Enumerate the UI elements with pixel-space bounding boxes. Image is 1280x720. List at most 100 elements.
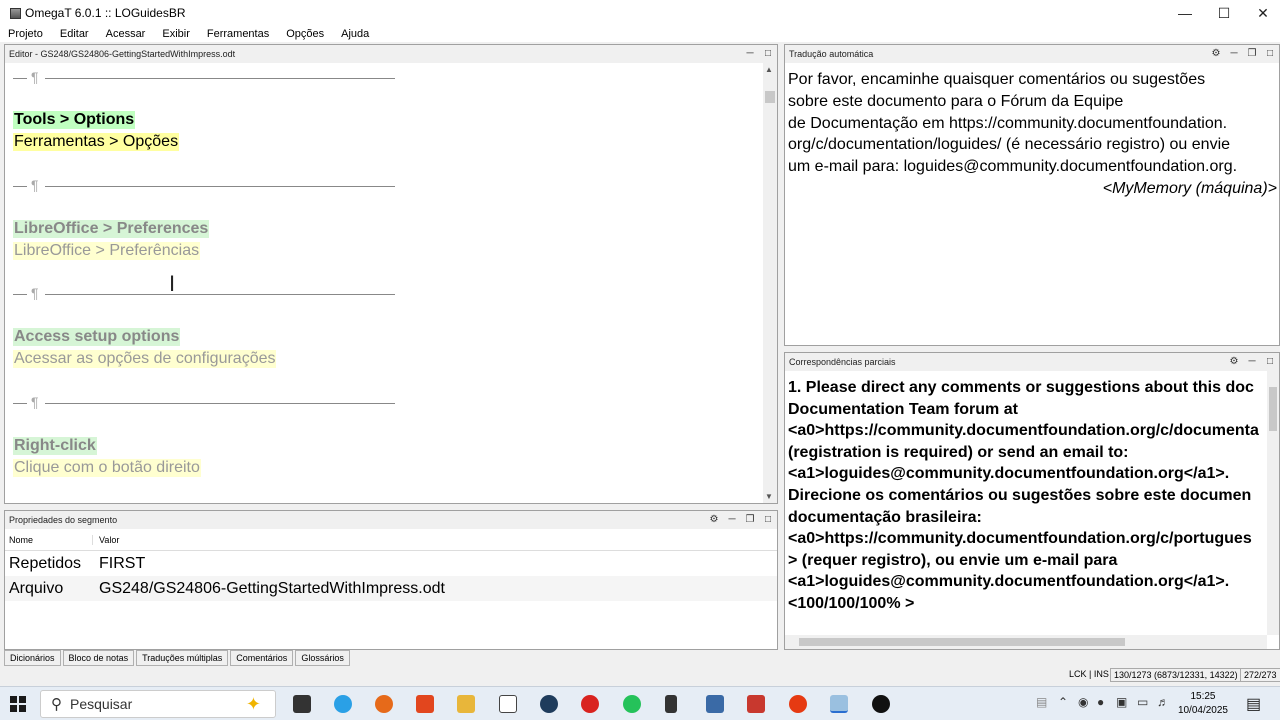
property-name: Repetidos: [9, 554, 82, 572]
taskbar-search[interactable]: ⚲ Pesquisar ✦: [40, 690, 276, 718]
phone-link-icon[interactable]: [665, 695, 677, 713]
table-row[interactable]: Repetidos FIRST: [5, 551, 777, 576]
editor-scrollbar[interactable]: ▲ ▼: [763, 63, 777, 503]
segment-source[interactable]: Right-click: [13, 437, 97, 455]
battery-icon[interactable]: ▣: [1116, 695, 1127, 709]
steam-icon[interactable]: [540, 695, 558, 713]
minimize-icon[interactable]: —: [1165, 0, 1205, 26]
fuzzy-line: <100/100/100% >: [788, 594, 915, 612]
segment-source-active[interactable]: Tools > Options: [13, 111, 136, 129]
scroll-up-icon[interactable]: ▲: [765, 65, 773, 74]
menu-bar: Projeto Editar Acessar Exibir Ferramenta…: [0, 26, 1280, 42]
red-app-icon[interactable]: [789, 695, 807, 713]
tab-bloco-de-notas[interactable]: Bloco de notas: [62, 650, 135, 666]
menu-projeto[interactable]: Projeto: [0, 28, 51, 40]
tab-traducoes-multiplas[interactable]: Traduções múltiplas: [136, 650, 229, 666]
mt-line: de Documentação em https://community.doc…: [788, 114, 1228, 132]
machine-translation-text[interactable]: Por favor, encaminhe quaisquer comentári…: [788, 69, 1277, 200]
fuzzy-vscrollbar[interactable]: [1267, 371, 1279, 635]
maximize-icon[interactable]: ☐: [1204, 0, 1244, 26]
settings-gear-icon[interactable]: ⚙: [1209, 47, 1223, 60]
fuzzy-line: Documentation Team forum at: [788, 400, 1018, 418]
machine-translation-pane: Tradução automática ⚙ ─ ❐ □ Por favor, e…: [784, 44, 1280, 346]
tray-app-icon[interactable]: ▤: [1036, 695, 1047, 709]
minimize-pane-icon[interactable]: ─: [725, 513, 739, 526]
menu-editar[interactable]: Editar: [51, 28, 97, 40]
minimize-pane-icon[interactable]: ─: [1245, 355, 1259, 368]
maximize-pane-icon[interactable]: □: [1263, 355, 1277, 368]
paragraph-separator: ¶: [13, 394, 395, 410]
microphone-icon[interactable]: ●: [1097, 695, 1104, 709]
network-icon[interactable]: ▭: [1137, 695, 1148, 709]
paragraph-separator: ¶: [13, 177, 395, 193]
segment-target-active[interactable]: Ferramentas > Opções: [13, 133, 180, 151]
acrobat-icon[interactable]: [581, 695, 599, 713]
tab-dicionarios[interactable]: Dicionários: [4, 650, 61, 666]
column-header-value[interactable]: Valor: [93, 535, 119, 545]
fuzzy-line: documentação brasileira:: [788, 508, 982, 526]
menu-acessar[interactable]: Acessar: [97, 28, 154, 40]
maximize-pane-icon[interactable]: □: [1263, 47, 1277, 60]
column-header-name[interactable]: Nome: [5, 534, 93, 545]
taskbar-clock[interactable]: 15:25 10/04/2025: [1178, 690, 1228, 718]
segment-target[interactable]: Clique com o botão direito: [13, 459, 201, 477]
windows-start-icon[interactable]: [10, 696, 26, 712]
status-mode: LCK | INS: [1069, 669, 1109, 679]
github-icon[interactable]: [872, 695, 890, 713]
editor-pane: Editor - GS248/GS24806-GettingStartedWit…: [4, 44, 778, 504]
settings-app-icon[interactable]: [706, 695, 724, 713]
fuzzy-line: Direcione os comentários ou sugestões so…: [788, 486, 1252, 504]
task-view-icon[interactable]: [293, 695, 311, 713]
tab-comentarios[interactable]: Comentários: [230, 650, 294, 666]
fuzzy-matches-body[interactable]: 1. Please direct any comments or suggest…: [785, 371, 1267, 635]
file-explorer-icon[interactable]: [457, 695, 475, 713]
menu-ajuda[interactable]: Ajuda: [332, 28, 377, 40]
segment-target[interactable]: Acessar as opções de configurações: [13, 350, 277, 368]
settings-gear-icon[interactable]: ⚙: [1227, 355, 1241, 368]
tab-glossarios[interactable]: Glossários: [295, 650, 350, 666]
shield-app-icon[interactable]: [747, 695, 765, 713]
maximize-pane-icon[interactable]: □: [761, 513, 775, 526]
restore-pane-icon[interactable]: ❐: [1245, 47, 1259, 60]
segment-properties-pane: Propriedades do segmento ⚙ ─ ❐ □ Nome Va…: [4, 510, 778, 650]
minimize-pane-icon[interactable]: ─: [743, 47, 757, 60]
menu-exibir[interactable]: Exibir: [153, 28, 198, 40]
camera-icon[interactable]: ◉: [1078, 695, 1088, 709]
mt-line: um e-mail para: loguides@community.docum…: [788, 158, 1238, 176]
segment-source[interactable]: LibreOffice > Preferences: [13, 220, 210, 238]
settings-gear-icon[interactable]: ⚙: [707, 513, 721, 526]
clock-date: 10/04/2025: [1177, 705, 1228, 716]
minimize-pane-icon[interactable]: ─: [1227, 47, 1241, 60]
notepad-icon[interactable]: [499, 695, 517, 713]
menu-opcoes[interactable]: Opções: [277, 28, 332, 40]
close-icon[interactable]: ✕: [1243, 0, 1280, 26]
fuzzy-hscrollbar[interactable]: [785, 635, 1267, 649]
speaker-icon[interactable]: ♬: [1157, 695, 1169, 709]
notification-icon[interactable]: ▤: [1246, 694, 1261, 714]
text-cursor-icon: I: [169, 271, 176, 296]
scrollbar-thumb[interactable]: [765, 91, 775, 103]
windows-taskbar: ⚲ Pesquisar ✦ ▤ ⌃ ◉ ● ▣ ▭ ♬ 15:25 10/04/…: [0, 686, 1280, 720]
omegat-taskbar-icon[interactable]: [830, 695, 848, 713]
telegram-icon[interactable]: [334, 695, 352, 713]
scroll-down-icon[interactable]: ▼: [765, 492, 773, 501]
firefox-icon[interactable]: [375, 695, 393, 713]
whatsapp-icon[interactable]: [623, 695, 641, 713]
mt-origin: <MyMemory (máquina)>: [1102, 179, 1277, 197]
restore-pane-icon[interactable]: ❐: [743, 513, 757, 526]
menu-ferramentas[interactable]: Ferramentas: [198, 28, 277, 40]
segment-source[interactable]: Access setup options: [13, 328, 181, 346]
property-value: GS248/GS24806-GettingStartedWithImpress.…: [99, 579, 445, 597]
chevron-up-icon[interactable]: ⌃: [1058, 695, 1068, 709]
segment-target[interactable]: LibreOffice > Preferências: [13, 242, 201, 260]
table-row[interactable]: Arquivo GS248/GS24806-GettingStartedWith…: [5, 576, 777, 601]
fuzzy-line: (registration is required) or send an em…: [788, 443, 1129, 461]
scrollbar-thumb[interactable]: [1269, 387, 1277, 431]
machine-translation-header: Tradução automática ⚙ ─ ❐ □: [785, 45, 1279, 63]
paragraph-separator: ¶: [13, 69, 395, 85]
maximize-pane-icon[interactable]: □: [761, 47, 775, 60]
editor-body[interactable]: ¶ Tools > Options Ferramentas > Opções ¶…: [5, 63, 763, 503]
scrollbar-thumb[interactable]: [799, 638, 1125, 646]
brave-icon[interactable]: [416, 695, 434, 713]
search-highlight-icon: ✦: [245, 693, 261, 714]
